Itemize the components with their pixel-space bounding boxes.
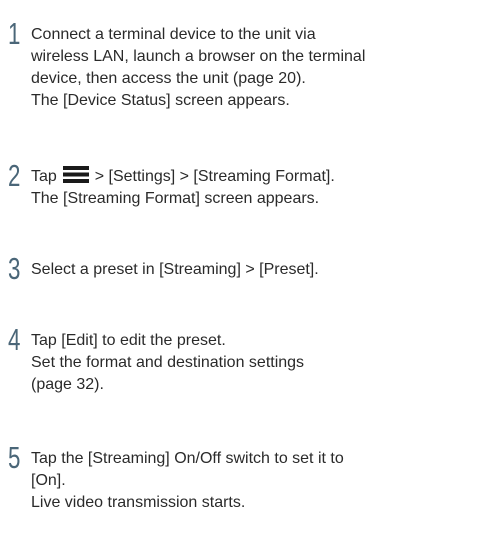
step-number: 3 [8,251,21,286]
step-line: [On]. [31,472,66,489]
menu-icon [63,166,90,183]
step-line: Connect a terminal device to the unit vi… [31,26,316,43]
step-text: Tap > [Settings] > [Streaming Format]. T… [31,166,499,210]
step-number: 5 [8,440,21,475]
step-number: 1 [8,16,21,51]
step-line: The [Device Status] screen appears. [31,92,290,109]
step-line: device, then access the unit (page 20). [31,70,306,87]
step-line: Tap [Edit] to edit the preset. [31,332,226,349]
step-line: Set the format and destination settings [31,354,305,371]
step-number: 4 [8,322,21,357]
step-text-after-icon: > [Settings] > [Streaming Format]. [94,168,335,185]
step-number: 2 [8,158,21,193]
step-line: Tap the [Streaming] On/Off switch to set… [31,450,344,467]
step-text-before-icon: Tap [31,168,57,185]
step-text: Select a preset in [Streaming] > [Preset… [31,259,499,281]
step-line: Select a preset in [Streaming] > [Preset… [31,261,319,278]
step-text: Tap the [Streaming] On/Off switch to set… [31,448,499,514]
step-text: Connect a terminal device to the unit vi… [31,24,499,112]
step-text: Tap [Edit] to edit the preset. Set the f… [31,330,499,396]
step-line: wireless LAN, launch a browser on the te… [31,48,366,65]
step-line-with-icon: Tap > [Settings] > [Streaming Format]. [31,166,499,188]
step-line: The [Streaming Format] screen appears. [31,190,320,207]
step-line: Live video transmission starts. [31,494,246,511]
step-line: (page 32). [31,376,104,393]
